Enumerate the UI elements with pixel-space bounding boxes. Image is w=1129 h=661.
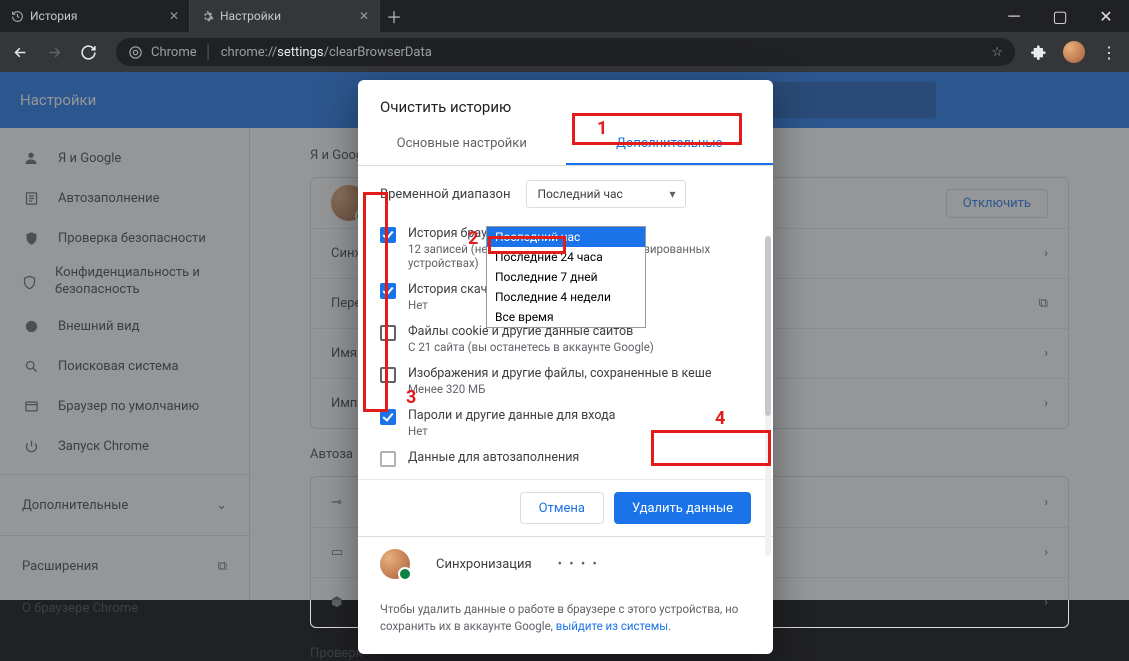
new-tab-button[interactable]: ＋ <box>380 0 408 32</box>
checkbox[interactable] <box>380 325 396 341</box>
tab-basic[interactable]: Основные настройки <box>358 124 566 165</box>
tab-settings[interactable]: Настройки ✕ <box>190 0 380 32</box>
tab-advanced[interactable]: Дополнительные <box>566 124 774 165</box>
omnibox-url: chrome://settings/clearBrowserData <box>221 45 432 60</box>
checkbox[interactable] <box>380 227 396 243</box>
delete-data-button[interactable]: Удалить данные <box>614 492 751 524</box>
dropdown-option[interactable]: Последние 7 дней <box>487 267 645 287</box>
tab-label: История <box>30 9 77 23</box>
cancel-button[interactable]: Отмена <box>520 492 604 524</box>
window-titlebar: История ✕ Настройки ✕ ＋ ─ ▢ ✕ <box>0 0 1129 32</box>
dialog-title: Очистить историю <box>358 80 773 124</box>
dropdown-option[interactable]: Последний час <box>487 227 645 247</box>
sync-badge-icon <box>398 567 412 581</box>
dialog-note: Чтобы удалить данные о работе в браузере… <box>358 591 773 654</box>
gear-icon <box>200 9 214 23</box>
scrollbar-thumb[interactable] <box>765 236 771 416</box>
address-bar[interactable]: Chrome │ chrome://settings/clearBrowserD… <box>116 38 1015 66</box>
close-window-button[interactable]: ✕ <box>1083 0 1129 32</box>
dialog-sync-row: Синхронизация • • • • <box>358 536 773 591</box>
browser-toolbar: Chrome │ chrome://settings/clearBrowserD… <box>0 32 1129 72</box>
check-row-autofill[interactable]: Данные для автозаполнения <box>380 444 751 473</box>
profile-avatar[interactable] <box>1063 41 1085 63</box>
back-button[interactable] <box>10 44 30 61</box>
maximize-button[interactable]: ▢ <box>1037 0 1083 32</box>
dropdown-option[interactable]: Последние 24 часа <box>487 247 645 267</box>
more-icon: • • • • <box>558 557 599 572</box>
tab-label: Настройки <box>220 9 281 23</box>
checkbox[interactable] <box>380 283 396 299</box>
star-icon[interactable]: ☆ <box>991 45 1003 60</box>
browser-tabs: История ✕ Настройки ✕ ＋ <box>0 0 991 32</box>
check-row-passwords[interactable]: Пароли и другие данные для входаНет <box>380 402 751 444</box>
time-range-select[interactable]: Последний час ▾ <box>526 180 686 208</box>
reload-button[interactable] <box>78 44 98 61</box>
time-range-label: Временной диапазон <box>380 187 510 202</box>
avatar <box>380 549 410 579</box>
dropdown-option[interactable]: Все время <box>487 307 645 327</box>
dialog-actions: Отмена Удалить данные <box>358 479 773 536</box>
time-range-dropdown: Последний час Последние 24 часа Последни… <box>486 226 646 328</box>
sign-out-link[interactable]: выйдите из системы <box>556 619 668 633</box>
tab-history[interactable]: История ✕ <box>0 0 190 32</box>
menu-icon[interactable]: ⋮ <box>1099 43 1119 62</box>
check-row-cache[interactable]: Изображения и другие файлы, сохраненные … <box>380 360 751 402</box>
checkbox[interactable] <box>380 451 396 467</box>
triangle-down-icon: ▾ <box>669 187 675 201</box>
chrome-icon <box>128 45 143 60</box>
dropdown-option[interactable]: Последние 4 недели <box>487 287 645 307</box>
dialog-scrollbar[interactable] <box>765 236 771 556</box>
checkbox[interactable] <box>380 409 396 425</box>
dialog-tabs: Основные настройки Дополнительные <box>358 124 773 166</box>
clear-data-dialog: Очистить историю Основные настройки Допо… <box>358 80 773 654</box>
close-icon[interactable]: ✕ <box>169 9 179 23</box>
forward-button[interactable] <box>44 44 64 61</box>
omnibox-prefix: Chrome <box>151 45 197 60</box>
checkbox[interactable] <box>380 367 396 383</box>
minimize-button[interactable]: ─ <box>991 0 1037 32</box>
history-icon <box>10 9 24 23</box>
window-controls: ─ ▢ ✕ <box>991 0 1129 32</box>
extensions-icon[interactable] <box>1029 44 1049 60</box>
dialog-body: Временной диапазон Последний час ▾ Истор… <box>358 166 773 479</box>
close-icon[interactable]: ✕ <box>359 9 369 23</box>
